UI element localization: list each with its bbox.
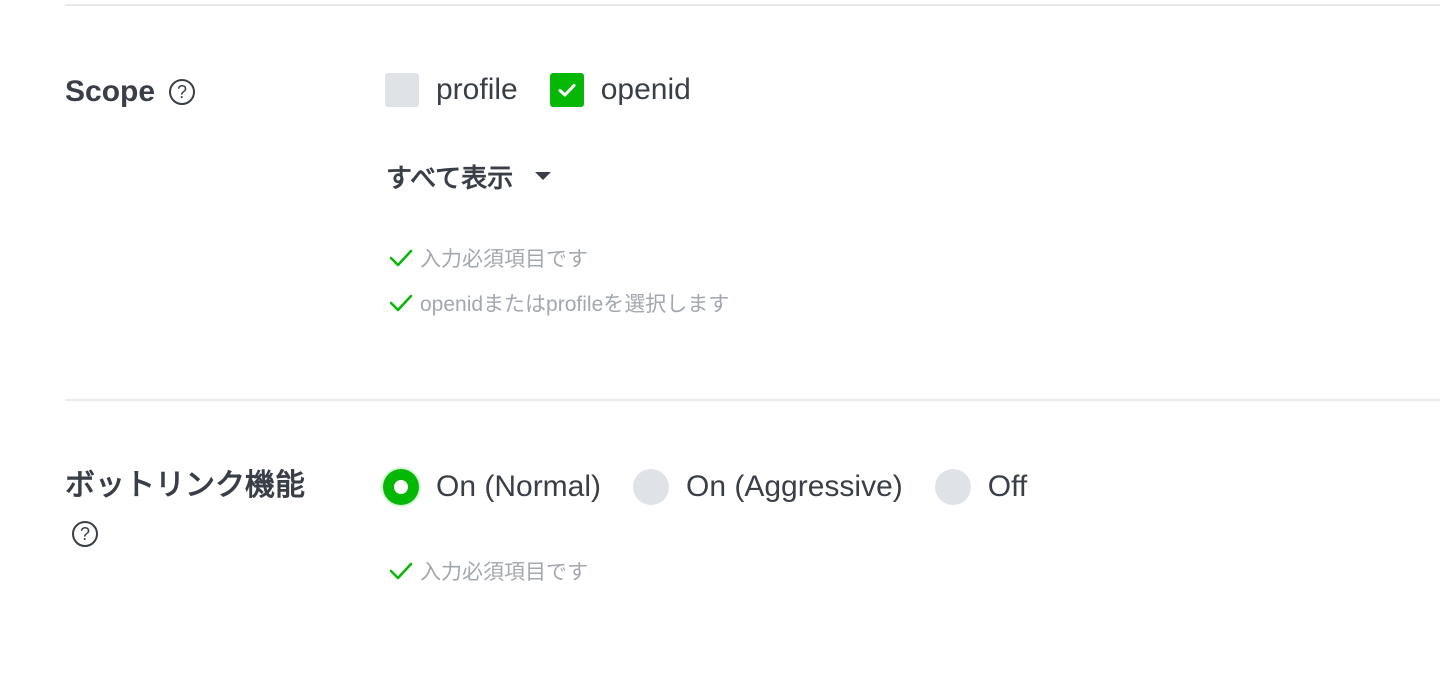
- openid-checkbox[interactable]: [549, 73, 584, 107]
- scope-label-text: Scope: [65, 75, 156, 108]
- profile-checkbox[interactable]: [385, 73, 419, 107]
- settings-page: Scope ? profile openid すべて表示 入力必須項目です op…: [0, 0, 1440, 682]
- bot-link-option-normal[interactable]: On (Normal): [383, 469, 601, 505]
- section-divider-middle: [65, 399, 1440, 401]
- scope-option-profile[interactable]: profile: [385, 73, 518, 107]
- bot-link-help-icon[interactable]: ?: [72, 521, 98, 547]
- radio-off[interactable]: [934, 469, 971, 505]
- profile-checkbox-label[interactable]: profile: [436, 73, 518, 107]
- bot-link-validation-required: 入力必須項目です: [388, 557, 588, 585]
- scope-validation-required: 入力必須項目です: [388, 244, 588, 272]
- caret-down-icon[interactable]: [535, 172, 552, 180]
- bot-link-option-off[interactable]: Off: [934, 469, 1027, 505]
- radio-on-aggressive-label[interactable]: On (Aggressive): [686, 470, 903, 504]
- scope-options: profile openid: [385, 72, 723, 108]
- scope-help-icon[interactable]: ?: [169, 79, 196, 105]
- checkmark-icon: [389, 249, 413, 267]
- scope-validation-text-1: 入力必須項目です: [420, 248, 588, 271]
- radio-on-aggressive[interactable]: [633, 469, 670, 505]
- radio-on-normal[interactable]: [383, 469, 419, 505]
- bot-link-label: ボットリンク機能: [65, 469, 305, 502]
- checkmark-icon: [389, 294, 413, 312]
- scope-option-openid[interactable]: openid: [549, 73, 691, 107]
- radio-on-normal-label[interactable]: On (Normal): [436, 470, 601, 504]
- radio-off-label[interactable]: Off: [988, 470, 1027, 504]
- checkmark-icon: [558, 84, 576, 97]
- scope-validation-text-2: openidまたはprofileを選択します: [420, 293, 730, 316]
- show-all-label[interactable]: すべて表示: [386, 158, 513, 195]
- openid-checkbox-label[interactable]: openid: [601, 73, 691, 107]
- bot-link-option-aggressive[interactable]: On (Aggressive): [633, 469, 903, 505]
- section-divider-top: [65, 4, 1440, 6]
- checkmark-icon: [389, 562, 413, 580]
- show-all-toggle[interactable]: すべて表示: [386, 158, 552, 195]
- bot-link-options: On (Normal) On (Aggressive) Off: [383, 467, 1059, 507]
- radio-dot: [394, 480, 408, 494]
- bot-link-validation-text: 入力必須項目です: [420, 561, 588, 584]
- scope-validation-select: openidまたはprofileを選択します: [388, 289, 729, 317]
- scope-label: Scope ?: [65, 74, 196, 110]
